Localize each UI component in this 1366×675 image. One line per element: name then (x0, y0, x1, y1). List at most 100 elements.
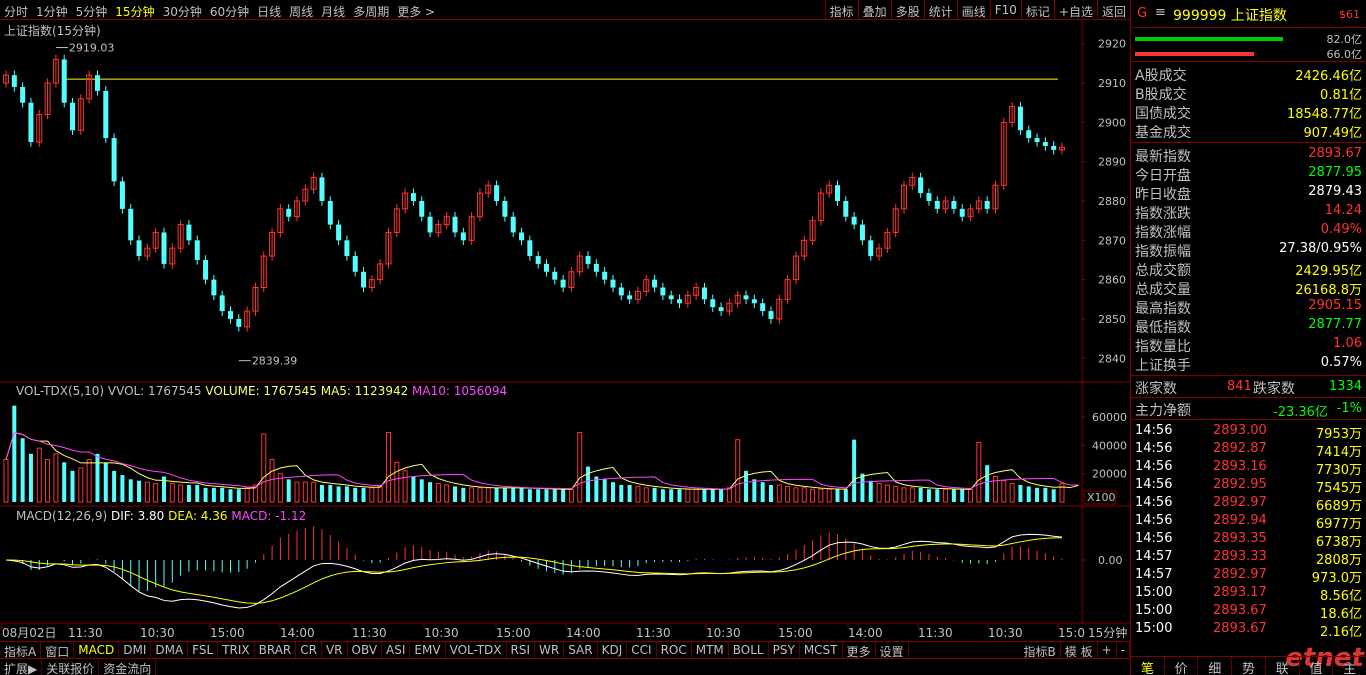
period-tab[interactable]: 更多 > (397, 5, 435, 19)
tool-button[interactable]: 标记 (1020, 0, 1054, 20)
indicator-tab[interactable]: MACD (74, 642, 120, 658)
volume-bar (311, 481, 317, 503)
volume-bar (810, 488, 816, 503)
candle-body (718, 307, 724, 312)
period-tab[interactable]: 多周期 (353, 5, 389, 19)
trade-price: 2893.67 (1213, 603, 1267, 618)
tool-button[interactable]: +自选 (1053, 0, 1097, 20)
indicator-tab[interactable]: VOL-TDX (446, 642, 507, 658)
extension-tab[interactable]: 关联报价 (42, 659, 100, 675)
quote-tab[interactable]: 势 (1232, 657, 1266, 675)
indicator-tab[interactable]: KDJ (598, 642, 628, 658)
time-axis-label: 11:30 (68, 626, 103, 640)
tool-button[interactable]: 多股 (890, 0, 924, 20)
volume-bar (220, 487, 225, 502)
volume-bar (178, 484, 184, 503)
indicator-tab[interactable]: 指标A (0, 642, 42, 659)
indicator-tab[interactable]: MTM (692, 642, 729, 658)
quote-tab[interactable]: 价 (1165, 657, 1199, 675)
time-axis-label: 10:30 (706, 626, 741, 640)
candle-body (460, 232, 466, 241)
indicator-tab[interactable]: CR (296, 642, 322, 658)
tool-button[interactable]: 返回 (1096, 0, 1130, 20)
indicator-tab[interactable]: DMI (119, 642, 152, 658)
period-tab[interactable]: 5分钟 (76, 5, 108, 19)
extension-tab[interactable]: 资金流向 (99, 659, 157, 675)
period-tab[interactable]: 月线 (321, 5, 345, 19)
price-tick-label: 2890 (1098, 156, 1126, 169)
period-tab[interactable]: 60分钟 (210, 5, 249, 19)
trade-row: 14:57 2892.97 973.0万 (1131, 566, 1366, 586)
candle-body (336, 224, 342, 241)
indicator-tab[interactable]: SAR (564, 642, 598, 658)
up-count: 841 (1227, 379, 1252, 394)
tool-button[interactable]: 画线 (956, 0, 990, 20)
volume-bar (203, 487, 208, 502)
trade-time: 14:56 (1135, 477, 1173, 492)
indicator-tab[interactable]: 窗口 (41, 642, 75, 659)
volume-bar (951, 489, 956, 502)
volume-bar (852, 439, 857, 502)
tool-button[interactable]: F10 (989, 0, 1021, 20)
period-tab[interactable]: 30分钟 (163, 5, 202, 19)
indicator-tab[interactable]: ROC (657, 642, 692, 658)
volume-bar (826, 488, 832, 503)
period-tab[interactable]: 日线 (257, 5, 281, 19)
extension-tab[interactable]: 扩展▶ (0, 659, 43, 675)
chart-canvas[interactable]: 2840 2850 2860 2870 2880 2890 2900 2910 2920 2919… (0, 20, 1130, 641)
indicator-right-tab[interactable]: 指标B (1020, 642, 1061, 659)
quote-row: 昨日收盘 2879.43 (1131, 183, 1366, 203)
period-tab[interactable]: 周线 (289, 5, 313, 19)
indicator-tab[interactable]: VR (322, 642, 348, 658)
indicator-tab[interactable]: EMV (410, 642, 446, 658)
indicator-tab[interactable]: PSY (769, 642, 800, 658)
indicator-tab[interactable]: CCI (627, 642, 657, 658)
tool-button[interactable]: 指标 (824, 0, 858, 20)
candle-body (652, 279, 658, 288)
time-axis-label: 10:30 (988, 626, 1023, 640)
indicator-tab[interactable]: ASI (382, 642, 411, 658)
indicator-right-tab[interactable]: - (1117, 642, 1130, 658)
quote-tab[interactable]: 联 (1266, 657, 1300, 675)
candle-body (70, 102, 76, 131)
turnover-label: B股成交 (1135, 87, 1187, 103)
tool-button[interactable]: 统计 (923, 0, 957, 20)
indicator-right-tab[interactable]: 模 板 (1061, 642, 1098, 659)
time-axis-label: 15:00 (210, 626, 245, 640)
up-count-label: 涨家数 (1135, 381, 1177, 397)
quote-value: 0.49% (1320, 222, 1362, 237)
quote-tab[interactable]: 笔 (1131, 657, 1165, 675)
indicator-tab[interactable]: 更多 (843, 642, 876, 659)
period-tab[interactable]: 15分钟 (115, 5, 154, 19)
menu-icon[interactable]: ≡ (1155, 5, 1166, 20)
indicator-tab[interactable]: RSI (507, 642, 536, 658)
trade-time: 14:57 (1135, 549, 1173, 564)
quote-tabs: 笔价细势联值主 (1131, 656, 1366, 675)
indicator-tab[interactable]: BOLL (729, 642, 769, 658)
indicator-tab[interactable]: TRIX (218, 642, 255, 658)
volume-bar (876, 483, 882, 503)
indicator-tab[interactable]: DMA (151, 642, 189, 658)
indicator-tab[interactable]: MCST (800, 642, 843, 658)
quote-tab[interactable]: 细 (1198, 657, 1233, 675)
candle-body (618, 287, 624, 296)
indicator-tab[interactable]: WR (535, 642, 565, 658)
macd-value: MACD: -1.12 (231, 509, 307, 523)
period-tab[interactable]: 1分钟 (36, 5, 68, 19)
kline-chart[interactable]: 2840 2850 2860 2870 2880 2890 2900 2910 2920 2919… (0, 20, 1130, 640)
g-icon[interactable]: G (1137, 6, 1147, 21)
indicator-tab[interactable]: FSL (188, 642, 219, 658)
indicator-tab[interactable]: OBV (348, 642, 383, 658)
indicator-tab[interactable]: BRAR (255, 642, 297, 658)
quote-tab[interactable]: 值 (1300, 657, 1334, 675)
indicator-right-tab[interactable]: + (1098, 642, 1117, 658)
period-tab[interactable]: 分时 (4, 5, 28, 19)
tool-button[interactable]: 叠加 (857, 0, 891, 20)
indicator-tab[interactable]: 设置 (876, 642, 909, 659)
trade-price: 2892.87 (1213, 441, 1267, 456)
volume-bar (860, 473, 865, 502)
trade-time: 15:00 (1135, 585, 1173, 600)
quote-tab[interactable]: 主 (1333, 657, 1366, 675)
price-tick-label: 2920 (1098, 38, 1126, 51)
candle-body (868, 240, 874, 257)
